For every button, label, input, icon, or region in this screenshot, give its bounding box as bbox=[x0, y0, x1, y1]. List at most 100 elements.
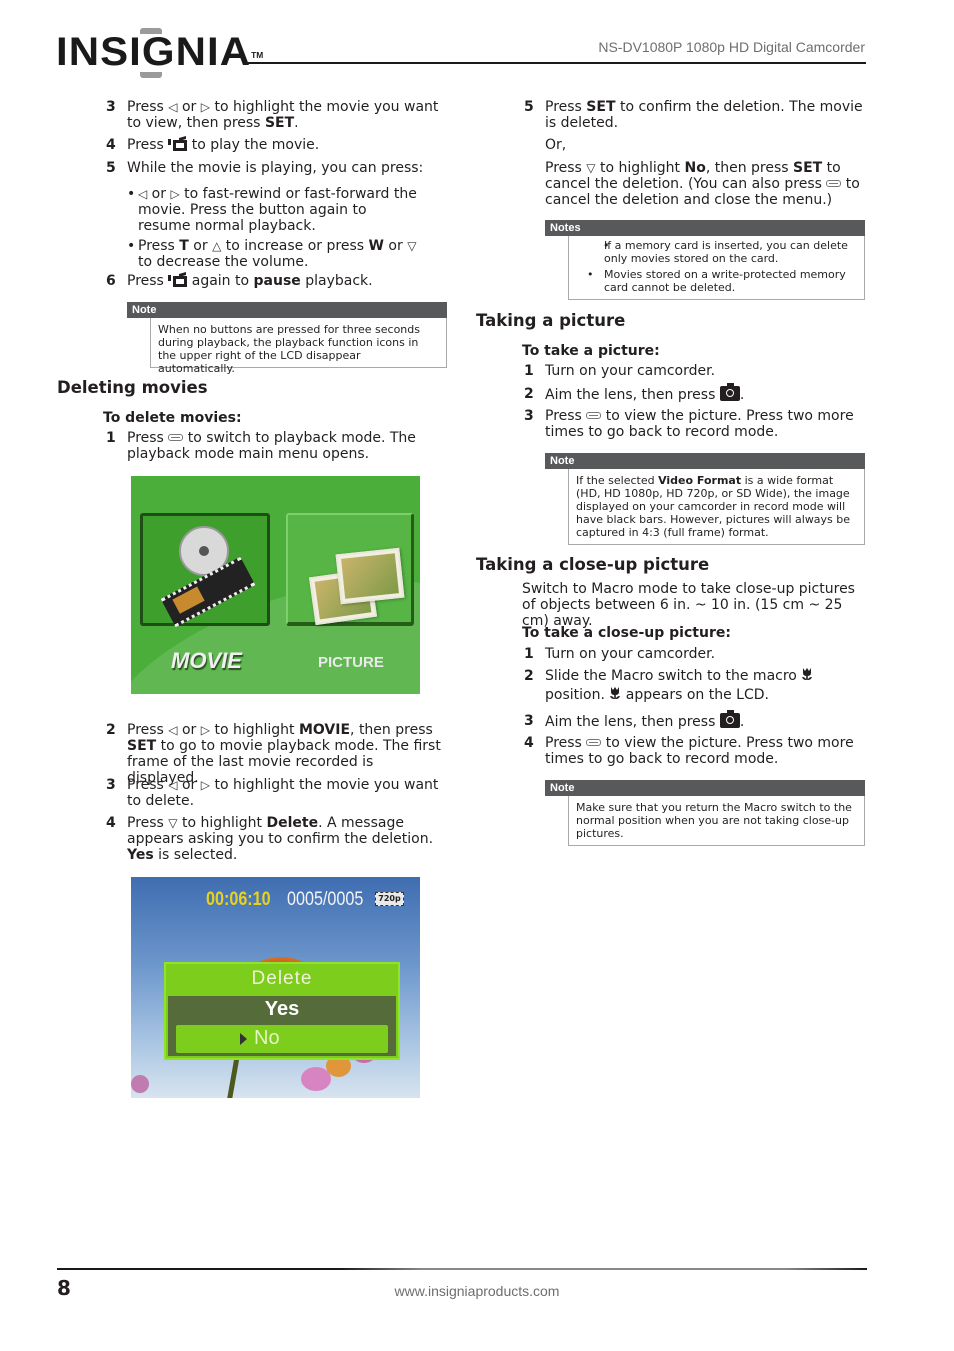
section-heading-close-up: Taking a close-up picture bbox=[476, 555, 710, 574]
step-text: Press again to pause playback. bbox=[127, 272, 373, 289]
step-number: 1 bbox=[106, 430, 116, 446]
procedure-title: To take a close-up picture: bbox=[522, 625, 731, 641]
play-pause-icon bbox=[168, 272, 188, 287]
step-text: Press ▽ to highlight Delete. A message a… bbox=[127, 815, 434, 863]
note-body: Make sure that you return the Macro swit… bbox=[568, 796, 865, 846]
note-body: When no buttons are pressed for three se… bbox=[150, 318, 447, 375]
right-arrow-icon: ▷ bbox=[170, 187, 180, 201]
step-number: 1 bbox=[524, 646, 534, 662]
step-number: 2 bbox=[524, 386, 534, 402]
step-text: Press to view the picture. Press two mor… bbox=[545, 408, 854, 440]
movie-label: MOVIE bbox=[171, 648, 242, 673]
resolution-badge: 720p bbox=[375, 892, 404, 906]
delete-dialog: Delete Yes No bbox=[164, 962, 400, 1060]
step-number: 5 bbox=[106, 160, 116, 176]
trademark: TM bbox=[251, 51, 264, 60]
procedure-title: To delete movies: bbox=[103, 410, 242, 426]
note-body: If the selected Video Format is a wide f… bbox=[568, 469, 865, 545]
header-rule bbox=[248, 62, 866, 64]
note-header: Note bbox=[545, 780, 865, 796]
step-number: 3 bbox=[524, 408, 534, 424]
right-arrow-icon: ▷ bbox=[200, 723, 210, 737]
file-counter: 0005/0005 bbox=[287, 889, 364, 910]
note-text: Make sure that you return the Macro swit… bbox=[576, 801, 852, 840]
section-heading-deleting-movies: Deleting movies bbox=[57, 378, 208, 397]
photo-icon-front bbox=[335, 547, 405, 605]
step-number: 4 bbox=[106, 137, 116, 153]
selection-arrow-icon bbox=[240, 1033, 247, 1045]
step-text: Slide the Macro switch to the macro posi… bbox=[545, 667, 870, 705]
cancel-instructions: Press ▽ to highlight No, then press SET … bbox=[545, 160, 860, 208]
footer-url[interactable]: www.insigniaproducts.com bbox=[0, 1283, 954, 1299]
camera-icon bbox=[719, 710, 740, 728]
step-number: 6 bbox=[106, 273, 116, 289]
notes-body: • If a memory card is inserted, you can … bbox=[568, 236, 865, 300]
note-text: When no buttons are pressed for three se… bbox=[158, 323, 420, 375]
footer-rule bbox=[57, 1268, 867, 1270]
delete-confirm-screen: 00:06:10 0005/0005 720p Delete Yes No bbox=[131, 877, 420, 1098]
notes-header: Notes bbox=[545, 220, 865, 236]
macro-flower-icon bbox=[610, 687, 621, 699]
step-number: 2 bbox=[524, 668, 534, 684]
left-arrow-icon: ◁ bbox=[168, 778, 178, 792]
left-arrow-icon: ◁ bbox=[168, 100, 178, 114]
step-text: Press ◁ or ▷ to highlight the movie you … bbox=[127, 99, 439, 131]
down-arrow-icon: ▽ bbox=[586, 161, 596, 175]
left-arrow-icon: ◁ bbox=[168, 723, 178, 737]
camera-icon bbox=[719, 383, 740, 401]
step-text: Press to switch to playback mode. The pl… bbox=[127, 430, 416, 462]
step-number: 4 bbox=[524, 735, 534, 751]
bullet-dot: • bbox=[127, 238, 136, 254]
close-up-intro: Switch to Macro mode to take close-up pi… bbox=[522, 581, 855, 629]
notes-item-1: If a memory card is inserted, you can de… bbox=[604, 239, 848, 265]
up-arrow-icon: △ bbox=[212, 239, 222, 253]
dialog-options: Yes No bbox=[168, 996, 396, 1056]
step-text: Turn on your camcorder. bbox=[545, 363, 716, 379]
step-number: 3 bbox=[106, 777, 116, 793]
step-text: Press SET to confirm the deletion. The m… bbox=[545, 99, 863, 131]
bullet-text: Press T or △ to increase or press W or ▽… bbox=[138, 238, 417, 270]
brand-name: INSIGNIA bbox=[56, 30, 252, 74]
note-text: If the selected Video Format is a wide f… bbox=[576, 474, 851, 539]
step-text: Press ◁ or ▷ to highlight the movie you … bbox=[127, 777, 439, 809]
picture-option-tile[interactable] bbox=[286, 513, 414, 626]
or-text: Or, bbox=[545, 137, 567, 153]
mode-button-icon bbox=[826, 180, 842, 188]
document-title: NS-DV1080P 1080p HD Digital Camcorder bbox=[598, 39, 865, 55]
procedure-title: To take a picture: bbox=[522, 343, 660, 359]
bullet-text: ◁ or ▷ to fast-rewind or fast-forward th… bbox=[138, 186, 417, 234]
step-text: Aim the lens, then press . bbox=[545, 710, 745, 730]
step-text: Press to play the movie. bbox=[127, 136, 320, 153]
picture-label: PICTURE bbox=[318, 654, 384, 671]
mode-button-icon bbox=[586, 739, 602, 747]
step-number: 5 bbox=[524, 99, 534, 115]
flower-image bbox=[131, 1075, 149, 1093]
bullet-dot: • bbox=[587, 268, 594, 281]
mode-button-icon bbox=[586, 412, 602, 420]
playback-menu-screen: MOVIE PICTURE bbox=[131, 476, 420, 694]
brand-logo: INSIGNIATM bbox=[56, 32, 263, 72]
right-arrow-icon: ▷ bbox=[200, 100, 210, 114]
step-text: While the movie is playing, you can pres… bbox=[127, 160, 424, 176]
notes-item-2: Movies stored on a write-protected memor… bbox=[604, 268, 846, 294]
mode-button-icon bbox=[168, 434, 184, 442]
dialog-title: Delete bbox=[251, 968, 313, 989]
step-number: 1 bbox=[524, 363, 534, 379]
right-arrow-icon: ▷ bbox=[200, 778, 210, 792]
option-no-label: No bbox=[254, 1027, 280, 1049]
section-heading-taking-picture: Taking a picture bbox=[476, 311, 626, 330]
down-arrow-icon: ▽ bbox=[168, 816, 178, 830]
step-text: Turn on your camcorder. bbox=[545, 646, 716, 662]
step-number: 2 bbox=[106, 722, 116, 738]
down-arrow-icon: ▽ bbox=[407, 239, 417, 253]
movie-option-tile[interactable] bbox=[140, 513, 270, 628]
play-pause-icon bbox=[168, 136, 188, 151]
option-no[interactable]: No bbox=[176, 1025, 388, 1053]
bullet-dot: • bbox=[127, 186, 136, 202]
step-number: 3 bbox=[106, 99, 116, 115]
step-number: 4 bbox=[106, 815, 116, 831]
option-yes[interactable]: Yes bbox=[168, 998, 396, 1021]
note-header: Note bbox=[545, 453, 865, 469]
step-text: Aim the lens, then press . bbox=[545, 383, 745, 403]
step-text: Press to view the picture. Press two mor… bbox=[545, 735, 854, 767]
